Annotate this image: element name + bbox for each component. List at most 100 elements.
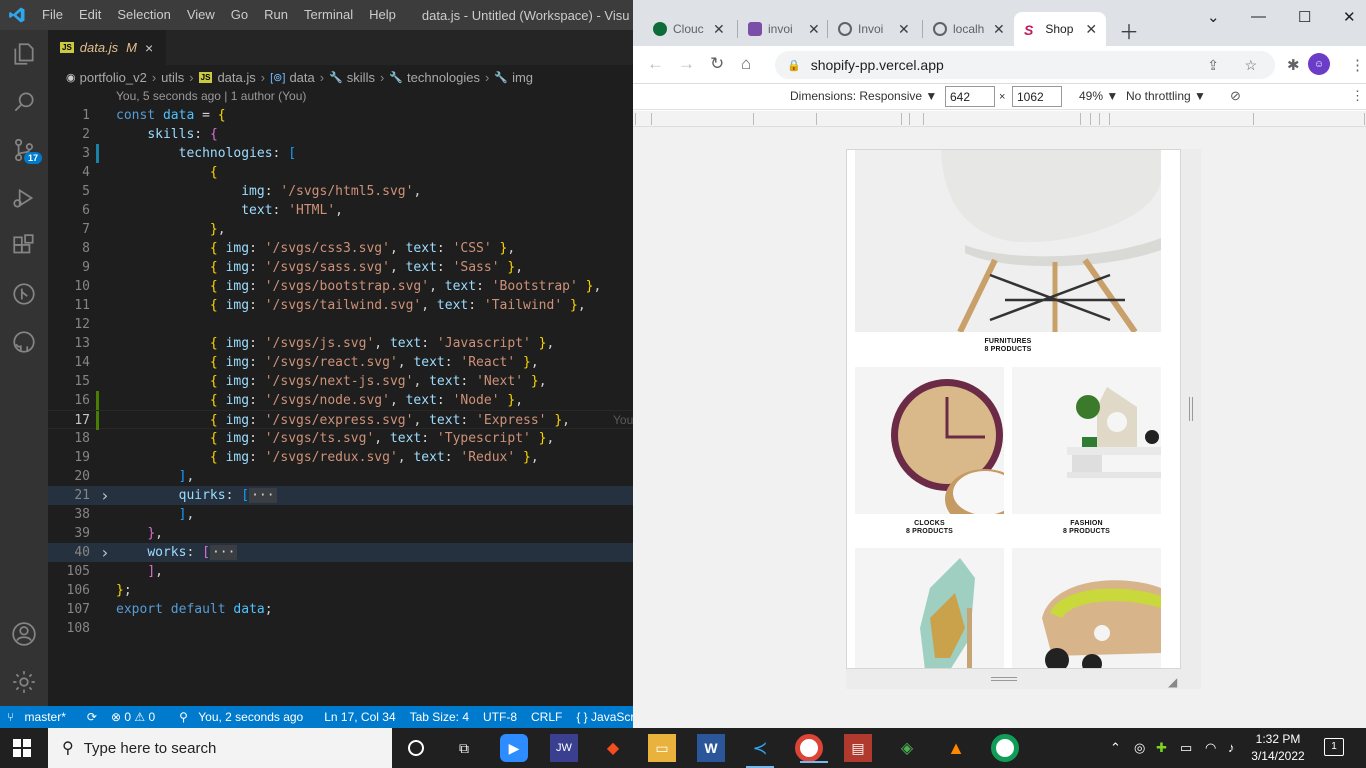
code-line[interactable]: 4 { — [48, 163, 633, 182]
width-input[interactable] — [945, 86, 995, 107]
blame-status[interactable]: ⚲ You, 2 seconds ago — [172, 710, 317, 724]
menu-item-run[interactable]: Run — [256, 0, 296, 30]
profile-avatar[interactable]: ☺ — [1308, 53, 1330, 75]
word-icon[interactable]: W — [697, 734, 725, 762]
code-line[interactable]: 3 technologies: [ — [48, 144, 633, 163]
browser-tab[interactable]: Invoi ✕ — [828, 12, 923, 46]
code-line[interactable]: 17 { img: '/svgs/express.svg', text: 'Ex… — [48, 410, 633, 430]
bookmark-star-icon[interactable]: ☆ — [1244, 57, 1257, 74]
maximize-button[interactable]: ☐ — [1298, 8, 1311, 26]
forward-icon[interactable]: → — [678, 54, 695, 74]
source-control-icon[interactable]: 17 — [0, 126, 48, 174]
code-line[interactable]: 5 img: '/svgs/html5.svg', — [48, 182, 633, 201]
media-query-ruler[interactable] — [633, 111, 1366, 127]
close-icon[interactable]: × — [145, 40, 153, 56]
menu-item-help[interactable]: Help — [361, 0, 404, 30]
chrome-taskbar-icon[interactable] — [795, 734, 828, 763]
menu-item-file[interactable]: File — [34, 0, 71, 30]
home-icon[interactable]: ⌂ — [741, 54, 751, 74]
close-window-button[interactable]: ✕ — [1343, 8, 1356, 26]
code-line[interactable]: 10 { img: '/svgs/bootstrap.svg', text: '… — [48, 277, 633, 296]
github-icon[interactable] — [0, 318, 48, 366]
chrome-profile-taskbar-icon[interactable] — [991, 734, 1019, 762]
line-ending[interactable]: CRLF — [524, 710, 569, 724]
code-line[interactable]: 12 — [48, 315, 633, 334]
code-line[interactable]: 107 export default data; — [48, 600, 633, 619]
code-line[interactable]: 1 const data = { — [48, 106, 633, 125]
vlc-icon[interactable]: ▲ — [942, 734, 970, 762]
emulated-page[interactable]: FURNITURES8 PRODUCTS CLOCKS8 PRODUCTS — [846, 149, 1181, 669]
search-icon[interactable] — [0, 78, 48, 126]
category-label-furnitures[interactable]: FURNITURES 8 PRODUCTS — [855, 338, 1161, 354]
zoom-app-icon[interactable]: ▶ — [500, 734, 528, 762]
reload-icon[interactable]: ↻ — [710, 54, 724, 74]
plus-tray-icon[interactable]: ✚ — [1156, 740, 1167, 756]
fold-chevron-icon[interactable]: › — [100, 543, 110, 562]
system-clock[interactable]: 1:32 PM 3/14/2022 — [1240, 731, 1316, 765]
fashion-image[interactable] — [1012, 367, 1161, 514]
code-line[interactable]: 39 }, — [48, 524, 633, 543]
address-bar[interactable]: 🔒 shopify-pp.vercel.app ⇪ ☆ — [775, 51, 1275, 79]
task-view-icon[interactable]: ⧉ — [450, 734, 478, 762]
code-line[interactable]: 108 — [48, 619, 633, 638]
code-line[interactable]: 13 { img: '/svgs/js.svg', text: 'Javascr… — [48, 334, 633, 353]
browser-tab-active[interactable]: S Shop ✕ — [1014, 12, 1106, 46]
bottom-resize-handle[interactable] — [846, 669, 1201, 689]
menu-item-selection[interactable]: Selection — [109, 0, 178, 30]
furniture-image[interactable] — [855, 150, 1161, 332]
browser-tab[interactable]: Clouc ✕ — [643, 12, 738, 46]
zoom-select[interactable]: 49% ▼ — [1079, 89, 1118, 103]
branch-status[interactable]: ⑂ master* — [0, 710, 80, 724]
menu-item-go[interactable]: Go — [223, 0, 256, 30]
code-line[interactable]: 2 skills: { — [48, 125, 633, 144]
lamp-image[interactable] — [855, 548, 1004, 668]
run-debug-icon[interactable] — [0, 174, 48, 222]
lock-icon[interactable]: 🔒 — [787, 59, 801, 72]
jw-app-icon[interactable]: JW — [550, 734, 578, 762]
battery-icon[interactable]: ▭ — [1180, 740, 1192, 756]
language-mode[interactable]: { } JavaScri — [569, 710, 633, 724]
problems-status[interactable]: ⊗ 0 ⚠ 0 — [104, 710, 162, 724]
back-icon[interactable]: ← — [647, 54, 664, 74]
figma-icon[interactable]: ◆ — [599, 734, 627, 762]
breadcrumb-item[interactable]: data — [289, 70, 314, 85]
new-tab-button[interactable]: ＋ — [1119, 16, 1139, 45]
settings-gear-icon[interactable] — [0, 658, 48, 706]
tab-search-icon[interactable]: ⌄ — [1207, 8, 1220, 26]
breadcrumb-item[interactable]: utils — [161, 70, 184, 85]
code-line[interactable]: 8 { img: '/svgs/css3.svg', text: 'CSS' }… — [48, 239, 633, 258]
code-line[interactable]: 14 { img: '/svgs/react.svg', text: 'Reac… — [48, 353, 633, 372]
code-line[interactable]: 40 › works: [··· — [48, 543, 633, 562]
code-line[interactable]: 20 ], — [48, 467, 633, 486]
code-line[interactable]: 106}; — [48, 581, 633, 600]
code-line[interactable]: 21 › quirks: [··· — [48, 486, 633, 505]
corner-resize-handle[interactable]: ◢ — [1168, 675, 1177, 689]
menu-item-terminal[interactable]: Terminal — [296, 0, 361, 30]
extensions-puzzle-icon[interactable]: ✱ — [1287, 56, 1300, 74]
wifi-icon[interactable]: ◠ — [1205, 740, 1216, 756]
windows-start-icon[interactable] — [13, 739, 31, 760]
cursor-position[interactable]: Ln 17, Col 34 — [317, 710, 402, 724]
vscode-taskbar-icon[interactable]: ≺ — [746, 734, 774, 768]
code-line[interactable]: 9 { img: '/svgs/sass.svg', text: 'Sass' … — [48, 258, 633, 277]
extensions-icon[interactable] — [0, 222, 48, 270]
toy-car-image[interactable] — [1012, 548, 1161, 668]
explorer-icon[interactable] — [0, 30, 48, 78]
height-input[interactable] — [1012, 86, 1062, 107]
accounts-icon[interactable] — [0, 610, 48, 658]
breadcrumb-item[interactable]: portfolio_v2 — [80, 70, 147, 85]
cortana-icon[interactable] — [402, 734, 430, 762]
taskbar-search[interactable]: ⚲ Type here to search — [48, 728, 392, 768]
code-line[interactable]: 18 { img: '/svgs/ts.svg', text: 'Typescr… — [48, 429, 633, 448]
file-explorer-icon[interactable]: ▭ — [648, 734, 676, 762]
git-graph-icon[interactable] — [0, 270, 48, 318]
menu-item-view[interactable]: View — [179, 0, 223, 30]
code-line[interactable]: 105 ], — [48, 562, 633, 581]
rotate-icon[interactable]: ⊘ — [1230, 88, 1241, 104]
close-icon[interactable]: ✕ — [1085, 21, 1097, 38]
breadcrumb-item[interactable]: technologies — [407, 70, 480, 85]
camera-tray-icon[interactable]: ◎ — [1134, 740, 1145, 756]
clocks-image[interactable] — [855, 367, 1004, 514]
code-line[interactable]: 6 text: 'HTML', — [48, 201, 633, 220]
code-line[interactable]: 38 ], — [48, 505, 633, 524]
